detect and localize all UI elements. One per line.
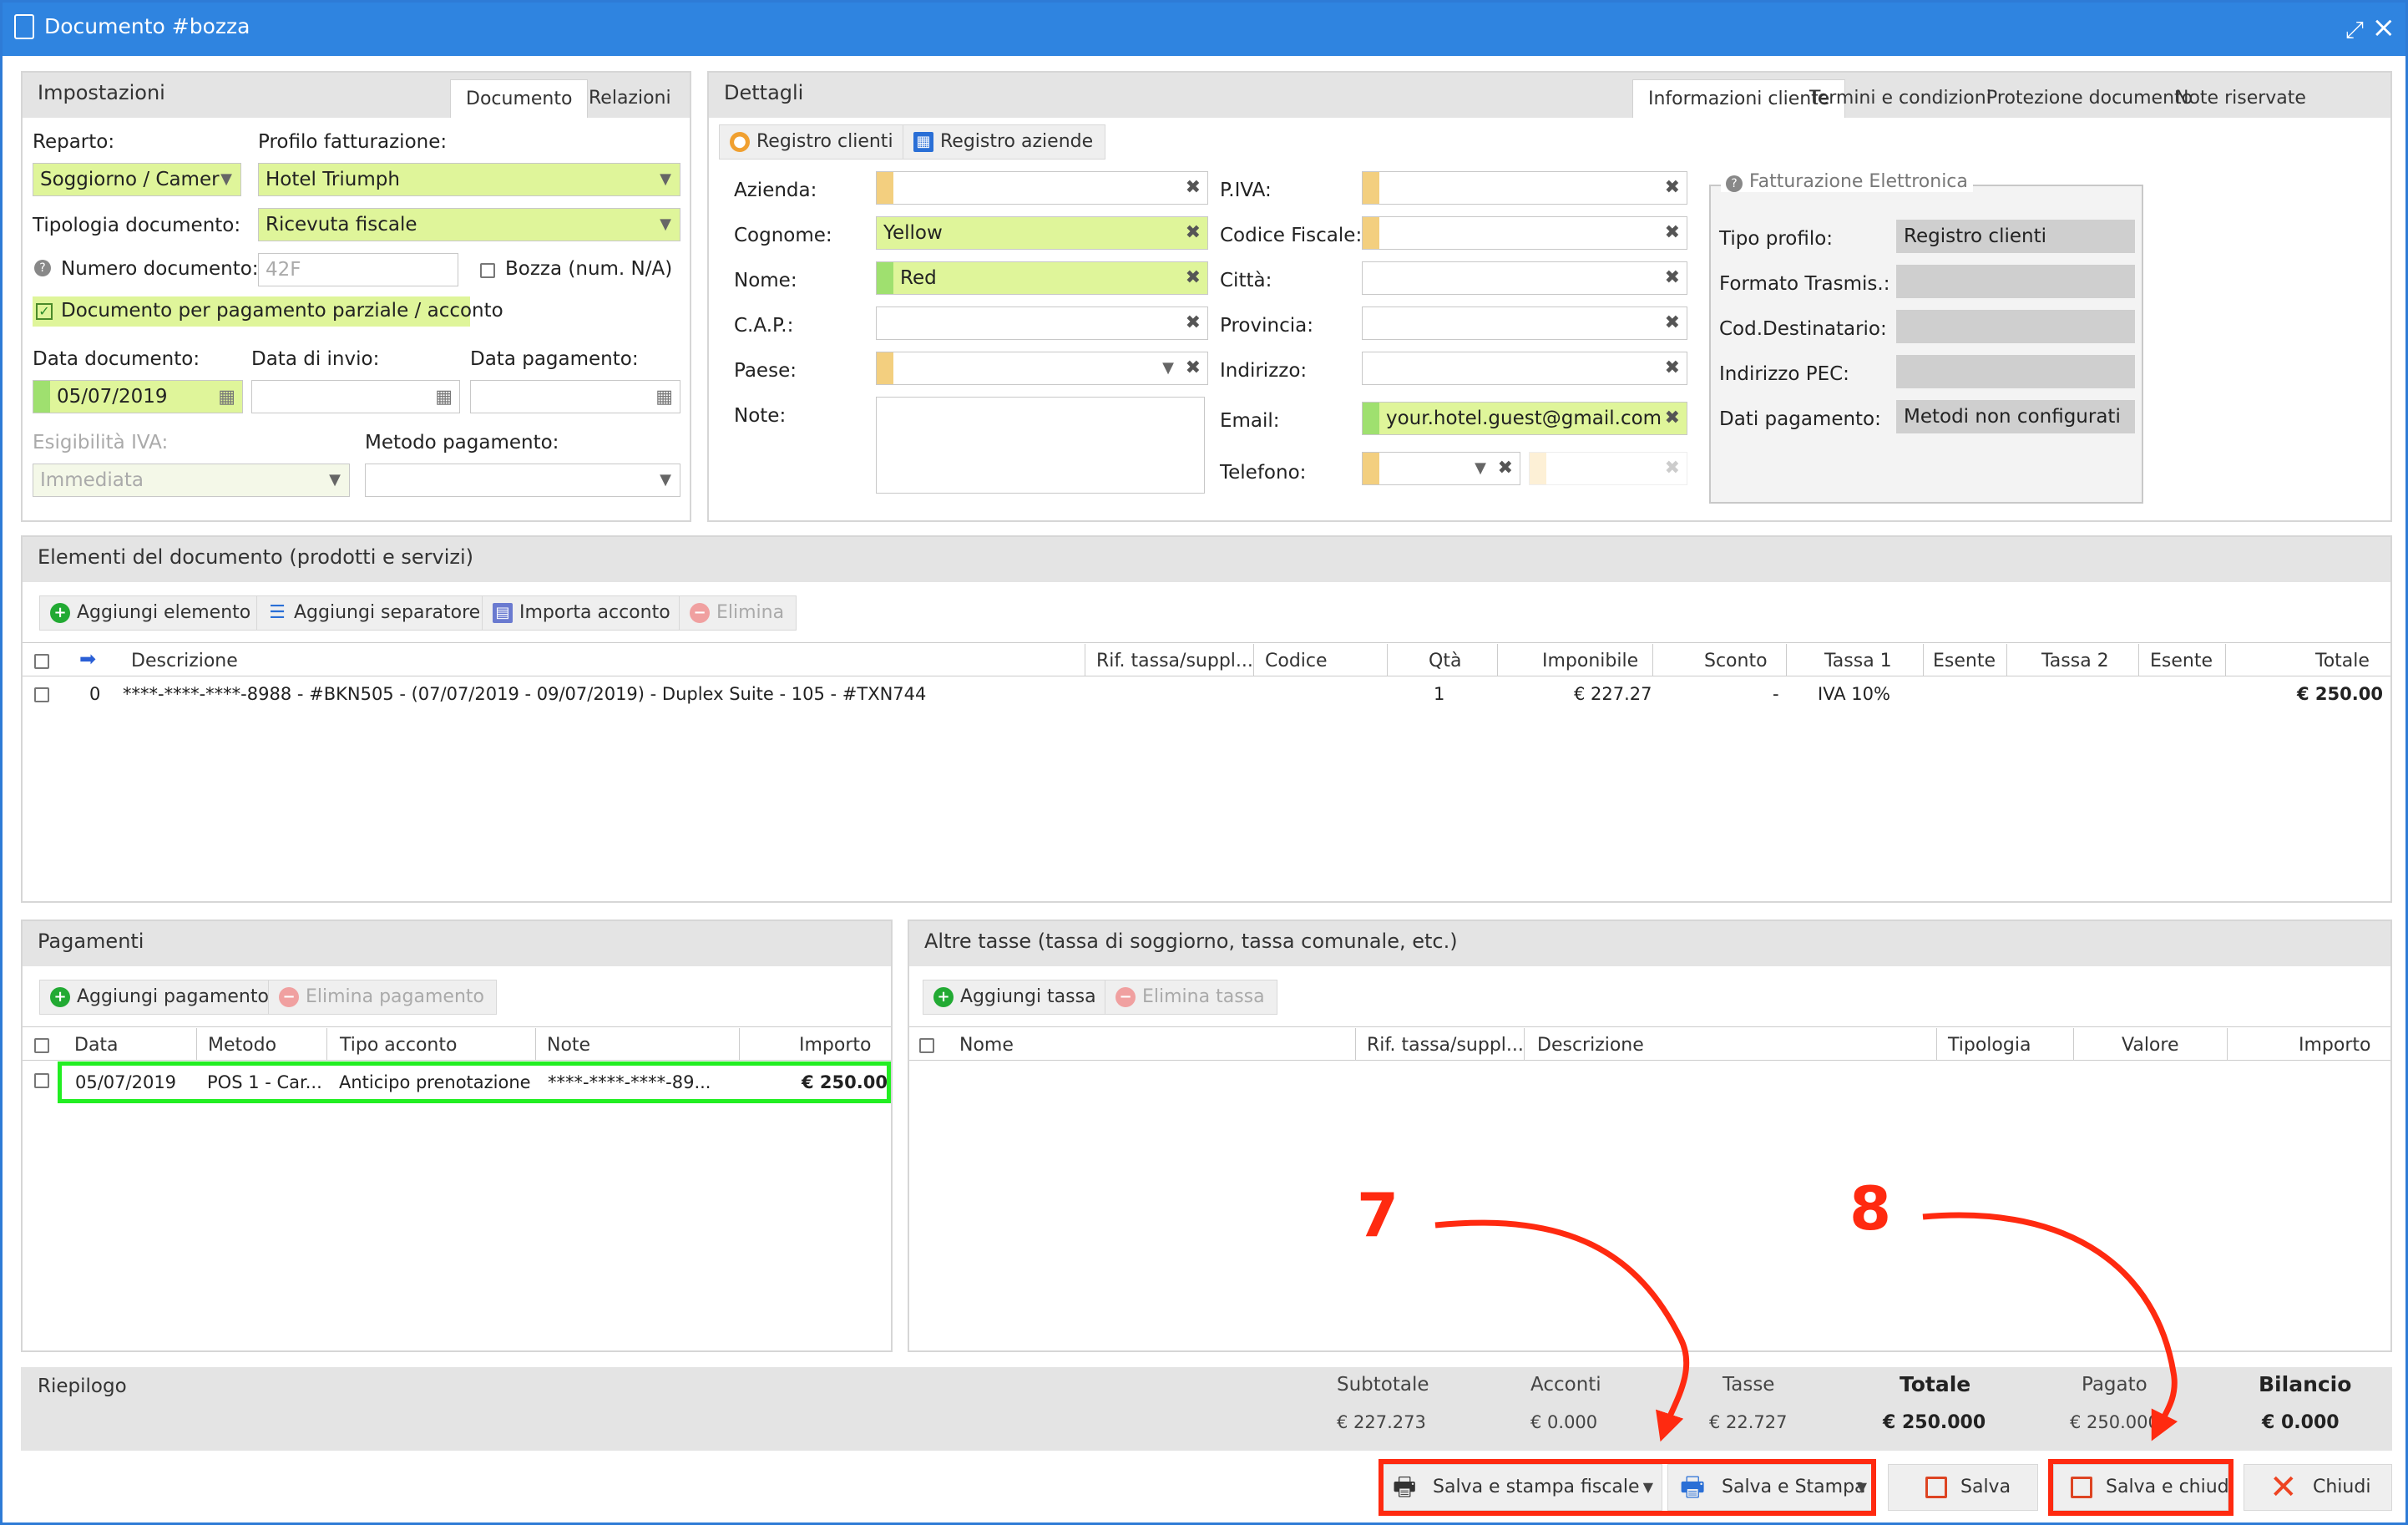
arrow-7	[1434, 1219, 1690, 1442]
document-window: Documento #bozza ⤢ × Impostazioni Docume…	[0, 0, 2408, 1525]
annotation-arrows	[1434, 1212, 2178, 1442]
arrow-8	[1922, 1212, 2178, 1441]
